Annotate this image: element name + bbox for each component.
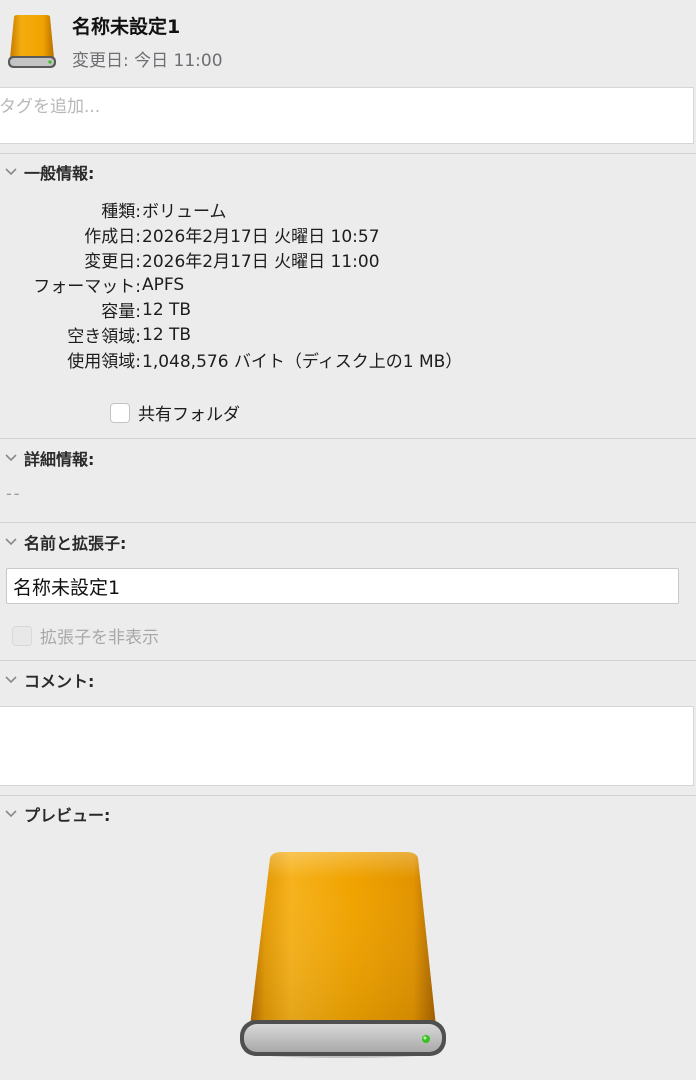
tags-placeholder: タグを追加... [0, 97, 101, 117]
info-label: 作成日: [84, 227, 141, 247]
tags-input[interactable]: タグを追加... [0, 87, 694, 144]
info-row-modified: 変更日: 2026年2月17日 火曜日 11:00 [0, 247, 696, 272]
comments-textarea[interactable] [0, 706, 694, 786]
modified-subtitle: 変更日: 今日 11:00 [72, 51, 223, 71]
hide-extension-label: 拡張子を非表示 [40, 628, 159, 648]
divider [0, 438, 696, 439]
chevron-down-icon [2, 810, 20, 818]
section-comments-toggle[interactable]: コメント: [0, 668, 94, 692]
divider [0, 522, 696, 523]
section-title: コメント: [24, 672, 95, 691]
chevron-down-icon [2, 168, 20, 176]
shared-folder-label: 共有フォルダ [138, 405, 240, 425]
chevron-down-icon [2, 676, 20, 684]
info-label: 変更日: [84, 252, 141, 272]
info-label: 容量: [101, 302, 141, 322]
divider [0, 153, 696, 154]
chevron-down-icon [2, 454, 20, 462]
section-more-info-toggle[interactable]: 詳細情報: [0, 446, 94, 470]
info-row-format: フォーマット: APFS [0, 272, 696, 298]
info-value: 2026年2月17日 火曜日 10:57 [142, 227, 380, 247]
info-value: 12 TB [142, 299, 192, 320]
hide-extension-option: 拡張子を非表示 [12, 623, 159, 648]
section-name-ext-toggle[interactable]: 名前と拡張子: [0, 530, 126, 554]
section-title: 名前と拡張子: [24, 534, 127, 553]
divider [0, 660, 696, 661]
section-title: 一般情報: [24, 164, 95, 183]
shared-folder-checkbox[interactable] [110, 402, 130, 423]
info-label: 空き領域: [67, 327, 141, 347]
name-field[interactable]: 名称未設定1 [6, 568, 679, 604]
divider [0, 795, 696, 796]
hide-extension-checkbox [12, 625, 32, 646]
external-drive-icon [8, 15, 56, 68]
info-row-capacity: 容量: 12 TB [0, 297, 696, 323]
more-info-empty: -- [6, 484, 22, 503]
general-info-list: 種類: ボリューム 作成日: 2026年2月17日 火曜日 10:57 変更日:… [0, 197, 696, 372]
external-drive-preview-icon [240, 852, 446, 1058]
info-row-available: 空き領域: 12 TB [0, 322, 696, 348]
info-row-kind: 種類: ボリューム [0, 197, 696, 222]
section-general-toggle[interactable]: 一般情報: [0, 160, 94, 184]
info-value: 12 TB [142, 324, 192, 345]
section-title: 詳細情報: [24, 450, 95, 469]
info-label: フォーマット: [33, 277, 141, 297]
info-value: 2026年2月17日 火曜日 11:00 [142, 252, 380, 272]
volume-title: 名称未設定1 [72, 16, 181, 38]
info-header: 名称未設定1 変更日: 今日 11:00 [0, 0, 696, 80]
section-title: プレビュー: [24, 806, 111, 825]
info-label: 使用領域: [67, 352, 141, 372]
info-value: APFS [142, 274, 185, 295]
info-label: 種類: [101, 202, 141, 222]
shared-folder-option[interactable]: 共有フォルダ [110, 400, 240, 425]
chevron-down-icon [2, 538, 20, 546]
info-value: ボリューム [142, 202, 227, 222]
info-row-used: 使用領域: 1,048,576 バイト（ディスク上の1 MB） [0, 347, 696, 372]
info-value: 1,048,576 バイト（ディスク上の1 MB） [142, 352, 463, 372]
section-preview-toggle[interactable]: プレビュー: [0, 802, 110, 826]
info-row-created: 作成日: 2026年2月17日 火曜日 10:57 [0, 222, 696, 247]
